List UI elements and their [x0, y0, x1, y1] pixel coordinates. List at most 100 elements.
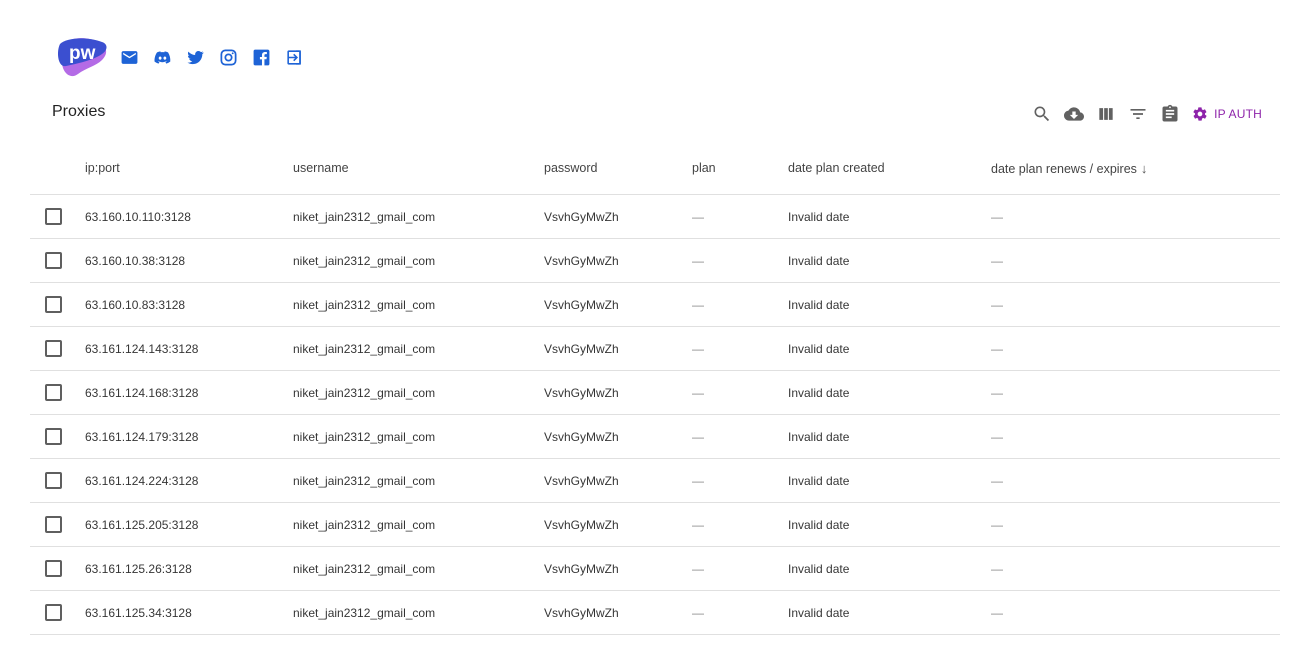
cell-date-renews: —: [991, 238, 1280, 283]
social-links: [120, 48, 304, 67]
sort-desc-icon[interactable]: ↓: [1141, 161, 1148, 176]
cell-ip-port: 63.160.10.83:3128: [85, 282, 293, 327]
cell-date-renews: —: [991, 194, 1280, 239]
header-username[interactable]: username: [293, 142, 544, 195]
row-checkbox-cell: [30, 370, 85, 415]
cell-plan: —: [692, 414, 788, 459]
cell-password: VsvhGyMwZh: [544, 282, 692, 327]
table-row[interactable]: 63.160.10.110:3128 niket_jain2312_gmail_c…: [30, 194, 1280, 239]
filter-icon[interactable]: [1128, 104, 1148, 124]
row-checkbox-cell: [30, 458, 85, 503]
ip-auth-label: IP AUTH: [1214, 107, 1262, 121]
table-header-row: ip:port username password plan date plan…: [30, 142, 1280, 195]
row-checkbox[interactable]: [45, 560, 62, 577]
cell-password: VsvhGyMwZh: [544, 590, 692, 635]
cell-password: VsvhGyMwZh: [544, 238, 692, 283]
cell-password: VsvhGyMwZh: [544, 458, 692, 503]
row-checkbox-cell: [30, 194, 85, 239]
logout-icon[interactable]: [285, 48, 304, 67]
cell-date-created: Invalid date: [788, 282, 991, 327]
cell-plan: —: [692, 194, 788, 239]
cell-date-renews: —: [991, 414, 1280, 459]
ip-auth-button[interactable]: IP AUTH: [1192, 106, 1262, 122]
cell-plan: —: [692, 502, 788, 547]
row-checkbox[interactable]: [45, 384, 62, 401]
cell-ip-port: 63.161.125.205:3128: [85, 502, 293, 547]
row-checkbox[interactable]: [45, 296, 62, 313]
row-checkbox[interactable]: [45, 428, 62, 445]
twitter-icon[interactable]: [186, 48, 205, 67]
gear-icon: [1193, 107, 1207, 121]
page-title: Proxies: [52, 103, 106, 120]
facebook-icon[interactable]: [252, 48, 271, 67]
proxy-wars-logo[interactable]: pw: [56, 34, 112, 80]
cell-username: niket_jain2312_gmail_com: [293, 502, 544, 547]
cell-ip-port: 63.160.10.38:3128: [85, 238, 293, 283]
row-checkbox[interactable]: [45, 340, 62, 357]
cell-plan: —: [692, 282, 788, 327]
view-columns-icon[interactable]: [1096, 104, 1116, 124]
header-password[interactable]: password: [544, 142, 692, 195]
header-date-renews[interactable]: date plan renews / expires ↓: [991, 142, 1280, 195]
cell-date-created: Invalid date: [788, 458, 991, 503]
table-row[interactable]: 63.161.125.205:3128 niket_jain2312_gmail_…: [30, 502, 1280, 547]
cell-plan: —: [692, 326, 788, 371]
row-checkbox[interactable]: [45, 252, 62, 269]
cell-date-renews: —: [991, 326, 1280, 371]
cell-password: VsvhGyMwZh: [544, 546, 692, 591]
discord-icon[interactable]: [153, 48, 172, 67]
header-plan[interactable]: plan: [692, 142, 788, 195]
table-row[interactable]: 63.160.10.83:3128 niket_jain2312_gmail_co…: [30, 282, 1280, 327]
cell-plan: —: [692, 546, 788, 591]
row-checkbox-cell: [30, 502, 85, 547]
table-row[interactable]: 63.161.125.34:3128 niket_jain2312_gmail_c…: [30, 590, 1280, 635]
table-row[interactable]: 63.160.10.38:3128 niket_jain2312_gmail_co…: [30, 238, 1280, 283]
cell-ip-port: 63.161.124.143:3128: [85, 326, 293, 371]
cell-date-renews: —: [991, 502, 1280, 547]
table-row[interactable]: 63.161.124.143:3128 niket_jain2312_gmail_…: [30, 326, 1280, 371]
cloud-download-icon[interactable]: [1064, 104, 1085, 124]
row-checkbox-cell: [30, 282, 85, 327]
cell-username: niket_jain2312_gmail_com: [293, 326, 544, 371]
cell-username: niket_jain2312_gmail_com: [293, 282, 544, 327]
cell-ip-port: 63.161.124.168:3128: [85, 370, 293, 415]
row-checkbox[interactable]: [45, 472, 62, 489]
cell-date-renews: —: [991, 370, 1280, 415]
cell-password: VsvhGyMwZh: [544, 194, 692, 239]
mail-icon[interactable]: [120, 48, 139, 67]
cell-password: VsvhGyMwZh: [544, 326, 692, 371]
cell-username: niket_jain2312_gmail_com: [293, 414, 544, 459]
instagram-icon[interactable]: [219, 48, 238, 67]
cell-date-created: Invalid date: [788, 502, 991, 547]
table-row[interactable]: 63.161.124.224:3128 niket_jain2312_gmail_…: [30, 458, 1280, 503]
proxies-table: ip:port username password plan date plan…: [30, 142, 1280, 635]
row-checkbox[interactable]: [45, 516, 62, 533]
header-date-renews-label: date plan renews / expires: [991, 161, 1137, 176]
cell-date-created: Invalid date: [788, 326, 991, 371]
row-checkbox-cell: [30, 414, 85, 459]
top-bar: pw: [56, 34, 304, 80]
row-checkbox-cell: [30, 546, 85, 591]
header-date-created[interactable]: date plan created: [788, 142, 991, 195]
cell-date-created: Invalid date: [788, 414, 991, 459]
table-row[interactable]: 63.161.124.179:3128 niket_jain2312_gmail_…: [30, 414, 1280, 459]
clipboard-icon[interactable]: [1160, 104, 1180, 124]
table-row[interactable]: 63.161.125.26:3128 niket_jain2312_gmail_c…: [30, 546, 1280, 591]
cell-date-created: Invalid date: [788, 546, 991, 591]
row-checkbox-cell: [30, 238, 85, 283]
cell-username: niket_jain2312_gmail_com: [293, 194, 544, 239]
cell-ip-port: 63.161.124.179:3128: [85, 414, 293, 459]
row-checkbox[interactable]: [45, 604, 62, 621]
header-ip-port[interactable]: ip:port: [85, 142, 293, 195]
row-checkbox-cell: [30, 590, 85, 635]
cell-date-renews: —: [991, 546, 1280, 591]
cell-username: niket_jain2312_gmail_com: [293, 370, 544, 415]
table-row[interactable]: 63.161.124.168:3128 niket_jain2312_gmail_…: [30, 370, 1280, 415]
cell-plan: —: [692, 370, 788, 415]
cell-plan: —: [692, 458, 788, 503]
logo-text: pw: [69, 43, 96, 64]
cell-username: niket_jain2312_gmail_com: [293, 546, 544, 591]
cell-date-renews: —: [991, 282, 1280, 327]
search-icon[interactable]: [1032, 104, 1052, 124]
row-checkbox[interactable]: [45, 208, 62, 225]
